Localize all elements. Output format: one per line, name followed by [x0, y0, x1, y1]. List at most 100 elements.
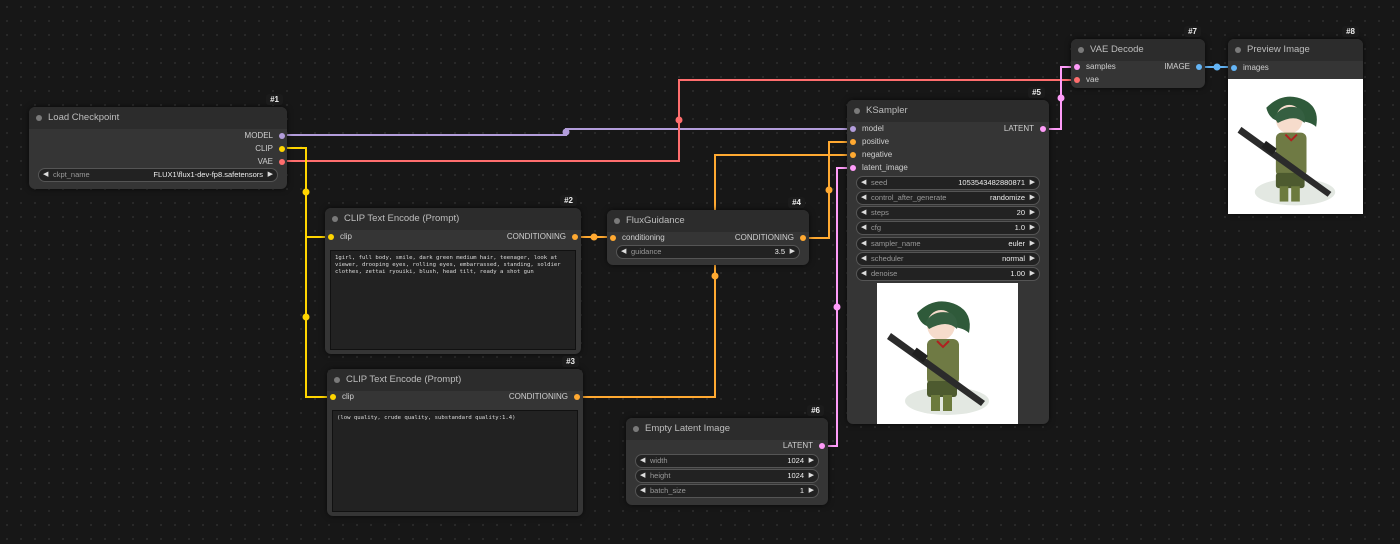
input-conditioning[interactable]: conditioning [610, 232, 665, 244]
node-empty-latent-image[interactable]: #6 Empty Latent Image LATENT ◀ width 1024 ▶… [626, 405, 828, 505]
control-after-generate-widget[interactable]: ◀ control_after_generate randomize ▶ [856, 191, 1040, 205]
model-output-pin-icon[interactable] [279, 133, 285, 139]
node-title[interactable]: CLIP Text Encode (Prompt) [325, 208, 581, 230]
samples-input-pin-icon[interactable] [1074, 64, 1080, 70]
conditioning-output-pin-icon[interactable] [574, 394, 580, 400]
latent-output-pin-icon[interactable] [1040, 126, 1046, 132]
node-vae-decode[interactable]: #7 VAE Decode samples vae IMAGE [1071, 26, 1205, 88]
input-clip[interactable]: clip [328, 231, 352, 243]
node-title[interactable]: KSampler [847, 100, 1049, 122]
conditioning-output-pin-icon[interactable] [572, 234, 578, 240]
output-latent[interactable]: LATENT [1004, 123, 1046, 135]
prompt-text-area[interactable]: (low quality, crude quality, substandard… [332, 410, 578, 512]
node-title[interactable]: Empty Latent Image [626, 418, 828, 440]
collapse-dot-icon[interactable] [334, 377, 340, 383]
latent-input-pin-icon[interactable] [850, 165, 856, 171]
arrow-left-icon[interactable]: ◀ [43, 169, 48, 181]
arrow-right-icon[interactable]: ▶ [1030, 192, 1035, 204]
prompt-text-area[interactable]: 1girl, full body, smile, dark green medi… [330, 250, 576, 350]
latent-output-pin-icon[interactable] [819, 443, 825, 449]
collapse-dot-icon[interactable] [332, 216, 338, 222]
arrow-left-icon[interactable]: ◀ [640, 470, 645, 482]
batch-size-widget[interactable]: ◀ batch_size 1 ▶ [635, 484, 819, 498]
arrow-left-icon[interactable]: ◀ [640, 455, 645, 467]
arrow-right-icon[interactable]: ▶ [1030, 207, 1035, 219]
node-clip-text-encode-negative[interactable]: #3 CLIP Text Encode (Prompt) clip CONDIT… [327, 356, 583, 516]
clip-output-pin-icon[interactable] [279, 146, 285, 152]
input-negative[interactable]: negative [850, 149, 892, 161]
arrow-left-icon[interactable]: ◀ [861, 222, 866, 234]
collapse-dot-icon[interactable] [614, 218, 620, 224]
arrow-left-icon[interactable]: ◀ [861, 253, 866, 265]
output-conditioning[interactable]: CONDITIONING [509, 391, 580, 403]
output-conditioning[interactable]: CONDITIONING [507, 231, 578, 243]
arrow-right-icon[interactable]: ▶ [1030, 253, 1035, 265]
collapse-dot-icon[interactable] [1235, 47, 1241, 53]
clip-input-pin-icon[interactable] [330, 394, 336, 400]
collapse-dot-icon[interactable] [633, 426, 639, 432]
arrow-right-icon[interactable]: ▶ [1030, 222, 1035, 234]
input-latent-image[interactable]: latent_image [850, 162, 908, 174]
node-clip-text-encode-positive[interactable]: #2 CLIP Text Encode (Prompt) clip CONDIT… [325, 195, 581, 354]
input-images[interactable]: images [1231, 62, 1269, 74]
node-title[interactable]: FluxGuidance [607, 210, 809, 232]
output-preview-image[interactable] [1228, 79, 1363, 214]
arrow-right-icon[interactable]: ▶ [268, 169, 273, 181]
node-preview-image[interactable]: #8 Preview Image images [1228, 26, 1363, 214]
node-title[interactable]: Load Checkpoint [29, 107, 287, 129]
node-graph-canvas[interactable]: #1 Load Checkpoint MODEL CLIP VAE ◀ ckpt… [0, 0, 1400, 544]
vae-input-pin-icon[interactable] [1074, 77, 1080, 83]
arrow-left-icon[interactable]: ◀ [861, 177, 866, 189]
model-input-pin-icon[interactable] [850, 126, 856, 132]
arrow-right-icon[interactable]: ▶ [1030, 238, 1035, 250]
negative-input-pin-icon[interactable] [850, 152, 856, 158]
denoise-widget[interactable]: ◀ denoise 1.00 ▶ [856, 267, 1040, 281]
seed-widget[interactable]: ◀ seed 1053543482880871 ▶ [856, 176, 1040, 190]
input-clip[interactable]: clip [330, 391, 354, 403]
arrow-left-icon[interactable]: ◀ [861, 207, 866, 219]
ckpt-name-combo[interactable]: ◀ ckpt_name FLUX1\flux1-dev-fp8.safetens… [38, 168, 278, 182]
arrow-left-icon[interactable]: ◀ [640, 485, 645, 497]
output-image[interactable]: IMAGE [1164, 61, 1202, 73]
output-latent[interactable]: LATENT [783, 440, 825, 452]
input-positive[interactable]: positive [850, 136, 889, 148]
conditioning-input-pin-icon[interactable] [610, 235, 616, 241]
cfg-widget[interactable]: ◀ cfg 1.0 ▶ [856, 221, 1040, 235]
arrow-right-icon[interactable]: ▶ [1030, 268, 1035, 280]
output-clip[interactable]: CLIP [255, 143, 285, 155]
sampler-name-widget[interactable]: ◀ sampler_name euler ▶ [856, 237, 1040, 251]
collapse-dot-icon[interactable] [36, 115, 42, 121]
arrow-right-icon[interactable]: ▶ [809, 470, 814, 482]
arrow-right-icon[interactable]: ▶ [1030, 177, 1035, 189]
arrow-left-icon[interactable]: ◀ [621, 246, 626, 258]
arrow-right-icon[interactable]: ▶ [809, 455, 814, 467]
input-vae[interactable]: vae [1074, 74, 1099, 86]
collapse-dot-icon[interactable] [1078, 47, 1084, 53]
conditioning-output-pin-icon[interactable] [800, 235, 806, 241]
node-ksampler[interactable]: #5 KSampler model positive negative late… [847, 87, 1049, 424]
node-title[interactable]: VAE Decode [1071, 39, 1205, 61]
arrow-left-icon[interactable]: ◀ [861, 268, 866, 280]
height-widget[interactable]: ◀ height 1024 ▶ [635, 469, 819, 483]
width-widget[interactable]: ◀ width 1024 ▶ [635, 454, 819, 468]
arrow-left-icon[interactable]: ◀ [861, 238, 866, 250]
vae-output-pin-icon[interactable] [279, 159, 285, 165]
arrow-right-icon[interactable]: ▶ [790, 246, 795, 258]
input-model[interactable]: model [850, 123, 884, 135]
output-model[interactable]: MODEL [245, 130, 285, 142]
node-flux-guidance[interactable]: #4 FluxGuidance conditioning CONDITIONIN… [607, 197, 809, 265]
output-conditioning[interactable]: CONDITIONING [735, 232, 806, 244]
input-samples[interactable]: samples [1074, 61, 1116, 73]
scheduler-widget[interactable]: ◀ scheduler normal ▶ [856, 252, 1040, 266]
node-title[interactable]: Preview Image [1228, 39, 1363, 61]
output-vae[interactable]: VAE [258, 156, 285, 168]
node-load-checkpoint[interactable]: #1 Load Checkpoint MODEL CLIP VAE ◀ ckpt… [29, 94, 287, 189]
positive-input-pin-icon[interactable] [850, 139, 856, 145]
clip-input-pin-icon[interactable] [328, 234, 334, 240]
guidance-number-widget[interactable]: ◀ guidance 3.5 ▶ [616, 245, 800, 259]
arrow-left-icon[interactable]: ◀ [861, 192, 866, 204]
images-input-pin-icon[interactable] [1231, 65, 1237, 71]
arrow-right-icon[interactable]: ▶ [809, 485, 814, 497]
steps-widget[interactable]: ◀ steps 20 ▶ [856, 206, 1040, 220]
image-output-pin-icon[interactable] [1196, 64, 1202, 70]
